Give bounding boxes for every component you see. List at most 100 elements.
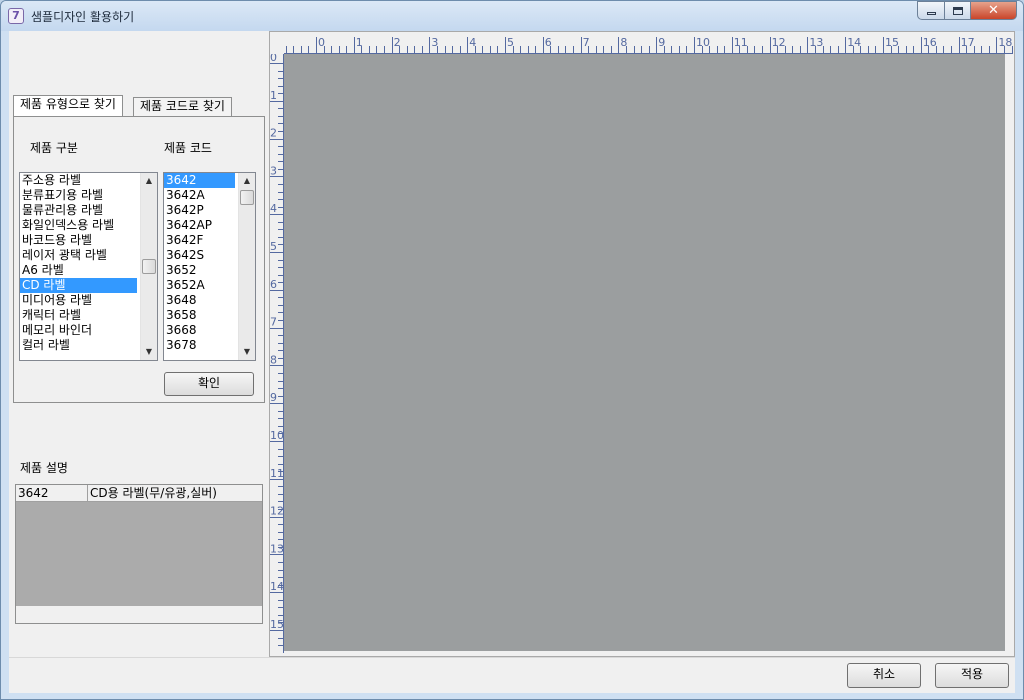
- confirm-button[interactable]: 확인: [164, 372, 254, 396]
- ruler-label: 1: [356, 36, 363, 49]
- description-text: CD용 라벨(무/유광,실버): [90, 486, 217, 500]
- ruler-label: 13: [270, 542, 284, 555]
- apply-button[interactable]: 적용: [935, 663, 1009, 688]
- title-bar[interactable]: 7 샘플디자인 활용하기 ✕: [1, 1, 1023, 31]
- ruler-label: 0: [270, 54, 277, 64]
- list-item[interactable]: 분류표기용 라벨: [20, 188, 137, 203]
- scroll-thumb[interactable]: [142, 259, 156, 274]
- ruler-label: 12: [270, 505, 284, 518]
- ruler-label: 10: [270, 429, 284, 442]
- app-window: 7 샘플디자인 활용하기 ✕ 제품 유형으로 찾기 제품 코드로 찾기 제품 구…: [0, 0, 1024, 700]
- list-item[interactable]: 3652: [164, 263, 235, 278]
- description-row[interactable]: 3642 CD용 라벨(무/유광,실버): [16, 485, 262, 502]
- maximize-icon: [952, 6, 963, 15]
- ruler-label: 5: [270, 240, 277, 253]
- tab-by-type[interactable]: 제품 유형으로 찾기: [13, 95, 123, 116]
- ruler-label: 15: [885, 36, 899, 49]
- list-item[interactable]: 3658: [164, 308, 235, 323]
- window-title: 샘플디자인 활용하기: [31, 10, 135, 24]
- list-item[interactable]: 물류관리용 라벨: [20, 203, 137, 218]
- ruler-label: 2: [270, 127, 277, 140]
- list-item[interactable]: 3642A: [164, 188, 235, 203]
- close-button[interactable]: ✕: [971, 1, 1017, 20]
- ruler-label: 0: [318, 36, 325, 49]
- list-item[interactable]: CD 라벨: [20, 278, 137, 293]
- list-item[interactable]: 3642F: [164, 233, 235, 248]
- vertical-ruler: 0123456789101112131415: [270, 54, 284, 653]
- ruler-label: 4: [270, 202, 277, 215]
- list-item[interactable]: 캐릭터 라벨: [20, 308, 137, 323]
- list-item[interactable]: 3642P: [164, 203, 235, 218]
- list-item[interactable]: 3652A: [164, 278, 235, 293]
- list-item[interactable]: A6 라벨: [20, 263, 137, 278]
- ruler-label: 15: [270, 618, 284, 631]
- description-header: 제품 설명: [20, 461, 68, 475]
- ruler-label: 10: [696, 36, 710, 49]
- ruler-label: 17: [961, 36, 975, 49]
- ruler-label: 11: [734, 36, 748, 49]
- app-icon[interactable]: 7: [8, 8, 24, 24]
- list-item[interactable]: 3642S: [164, 248, 235, 263]
- list-item[interactable]: 주소용 라벨: [20, 173, 137, 188]
- maximize-button[interactable]: [945, 1, 971, 20]
- code-listbox[interactable]: 3642 3642A 3642P 3642AP 3642F 3642S 3652 3652A 3…: [163, 172, 256, 361]
- horizontal-ruler: 0 1 2 3 4 5 6 7 8 9 10 11 12 13 14 15 16 17 18: [284, 36, 1013, 54]
- description-grid: 3642 CD용 라벨(무/유광,실버): [15, 484, 263, 624]
- scroll-up-icon[interactable]: ▲: [141, 173, 157, 189]
- list-item[interactable]: 3642AP: [164, 218, 235, 233]
- scroll-thumb[interactable]: [240, 190, 254, 205]
- list-item[interactable]: 메모리 바인더: [20, 323, 137, 338]
- description-footer: [16, 606, 262, 623]
- scroll-down-icon[interactable]: ▼: [239, 344, 255, 360]
- list-item[interactable]: 화일인덱스용 라벨: [20, 218, 137, 233]
- ruler-label: 14: [847, 36, 861, 49]
- ruler-label: 3: [431, 36, 438, 49]
- code-header: 제품 코드: [164, 141, 212, 155]
- scroll-up-icon[interactable]: ▲: [239, 173, 255, 189]
- ruler-label: 13: [809, 36, 823, 49]
- minimize-button[interactable]: [917, 1, 945, 20]
- list-item[interactable]: 3678: [164, 338, 235, 353]
- ruler-label: 1: [270, 89, 277, 102]
- ruler-label: 7: [270, 316, 277, 329]
- close-icon: ✕: [988, 3, 999, 18]
- ruler-label: 6: [270, 278, 277, 291]
- list-item[interactable]: 미디어용 라벨: [20, 293, 137, 308]
- tab-by-code[interactable]: 제품 코드로 찾기: [133, 97, 232, 116]
- ruler-label: 12: [772, 36, 786, 49]
- cancel-button[interactable]: 취소: [847, 663, 921, 688]
- ruler-label: 14: [270, 580, 284, 593]
- ruler-label: 3: [270, 164, 277, 177]
- category-items: 주소용 라벨 분류표기용 라벨 물류관리용 라벨 화일인덱스용 라벨 바코드용 라벨 레이…: [20, 173, 137, 353]
- minimize-icon: [926, 11, 936, 15]
- code-scrollbar[interactable]: ▲ ▼: [238, 173, 255, 360]
- list-item[interactable]: 레이저 광택 라벨: [20, 248, 137, 263]
- tab-panel: 제품 구분 제품 코드 주소용 라벨 분류표기용 라벨 물류관리용 라벨 화일인덱스용…: [13, 116, 265, 403]
- ruler-label: 8: [620, 36, 627, 49]
- ruler-label: 7: [583, 36, 590, 49]
- category-listbox[interactable]: 주소용 라벨 분류표기용 라벨 물류관리용 라벨 화일인덱스용 라벨 바코드용 라벨 레이…: [19, 172, 158, 361]
- ruler-label: 5: [507, 36, 514, 49]
- scroll-down-icon[interactable]: ▼: [141, 344, 157, 360]
- caption-buttons: ✕: [917, 1, 1017, 21]
- ruler-label: 16: [923, 36, 937, 49]
- ruler-label: 11: [270, 467, 284, 480]
- list-item[interactable]: 바코드용 라벨: [20, 233, 137, 248]
- code-items: 3642 3642A 3642P 3642AP 3642F 3642S 3652 3652A 3…: [164, 173, 235, 353]
- category-header: 제품 구분: [30, 141, 78, 155]
- ruler-label: 8: [270, 353, 277, 366]
- list-item[interactable]: 3648: [164, 293, 235, 308]
- ruler-label: 6: [545, 36, 552, 49]
- ruler-label: 18: [998, 36, 1012, 49]
- design-canvas[interactable]: [284, 54, 1005, 651]
- description-code: 3642: [16, 485, 88, 501]
- bottom-bar: 취소 적용: [9, 657, 1015, 693]
- list-item[interactable]: 3668: [164, 323, 235, 338]
- ruler-label: 9: [658, 36, 665, 49]
- list-item[interactable]: 컬러 라벨: [20, 338, 137, 353]
- category-scrollbar[interactable]: ▲ ▼: [140, 173, 157, 360]
- list-item[interactable]: 3642: [164, 173, 235, 188]
- ruler-label: 9: [270, 391, 277, 404]
- ruler-label: 2: [394, 36, 401, 49]
- ruler-label: 4: [469, 36, 476, 49]
